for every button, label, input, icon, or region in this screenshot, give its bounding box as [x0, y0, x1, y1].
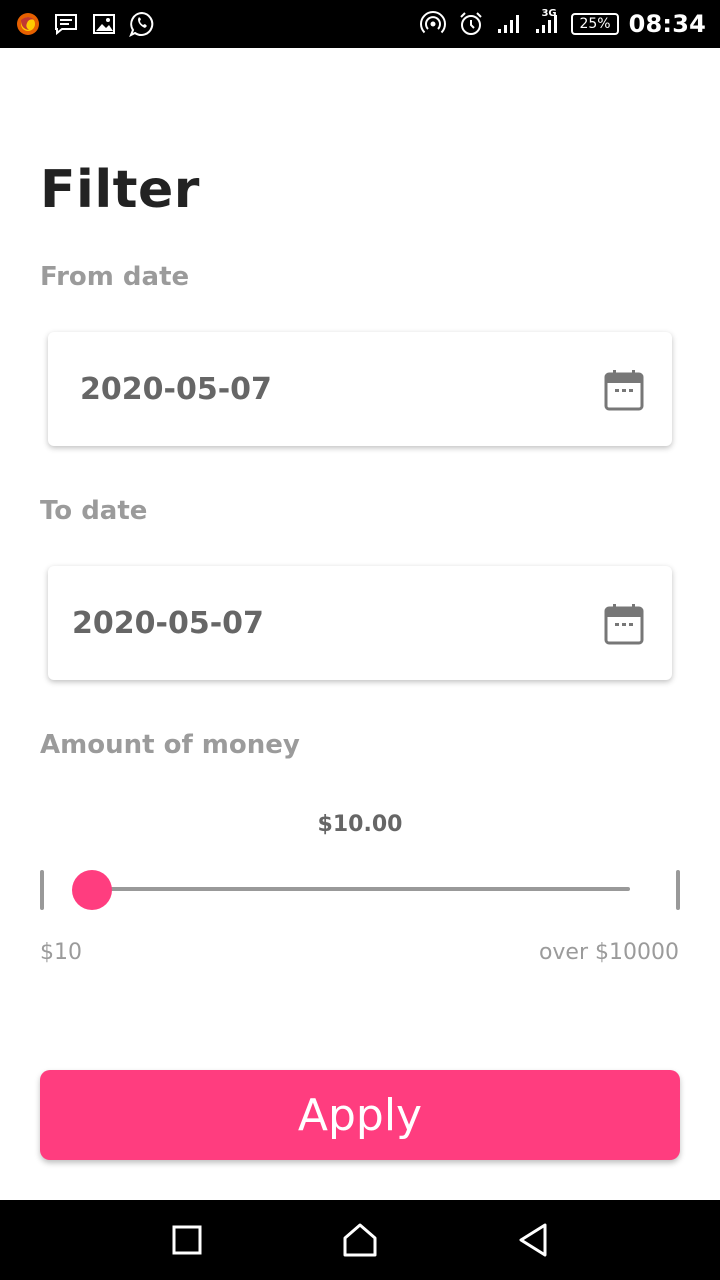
alarm-icon	[457, 10, 485, 38]
range-min-label: $10	[40, 940, 82, 965]
calendar-icon[interactable]	[604, 603, 644, 645]
page-title: Filter	[40, 160, 200, 220]
home-icon[interactable]	[330, 1210, 390, 1270]
slider-max-endcap	[676, 870, 680, 910]
to-date-label: To date	[40, 496, 148, 526]
amount-slider-track[interactable]	[92, 887, 630, 891]
battery-indicator: 25%	[571, 13, 619, 35]
image-icon	[90, 10, 118, 38]
firefox-icon	[14, 10, 42, 38]
status-bar-right: 3G 25% 08:34	[419, 8, 706, 38]
status-bar: 3G 25% 08:34	[0, 0, 720, 48]
from-date-field[interactable]: 2020-05-07	[48, 332, 672, 446]
to-date-value: 2020-05-07	[72, 605, 264, 641]
from-date-label: From date	[40, 262, 190, 292]
calendar-icon[interactable]	[604, 369, 644, 411]
from-date-value: 2020-05-07	[80, 371, 272, 407]
amount-slider-thumb[interactable]	[72, 870, 112, 910]
message-icon	[52, 10, 80, 38]
back-icon[interactable]	[503, 1210, 563, 1270]
range-max-label: over $10000	[538, 940, 679, 965]
hotspot-icon	[419, 10, 447, 38]
status-bar-left	[14, 10, 156, 38]
navigation-bar	[0, 1200, 720, 1280]
apply-button[interactable]: Apply	[40, 1070, 680, 1160]
signal-3g-icon: 3G	[533, 8, 561, 38]
amount-label: Amount of money	[40, 730, 300, 760]
to-date-field[interactable]: 2020-05-07	[48, 566, 672, 680]
whatsapp-icon	[128, 10, 156, 38]
slider-min-endcap	[40, 870, 44, 910]
network-type-label: 3G	[541, 8, 557, 19]
amount-value: $10.00	[317, 812, 403, 837]
recent-apps-icon[interactable]	[157, 1210, 217, 1270]
signal-icon	[495, 10, 523, 38]
status-time: 08:34	[628, 10, 706, 38]
